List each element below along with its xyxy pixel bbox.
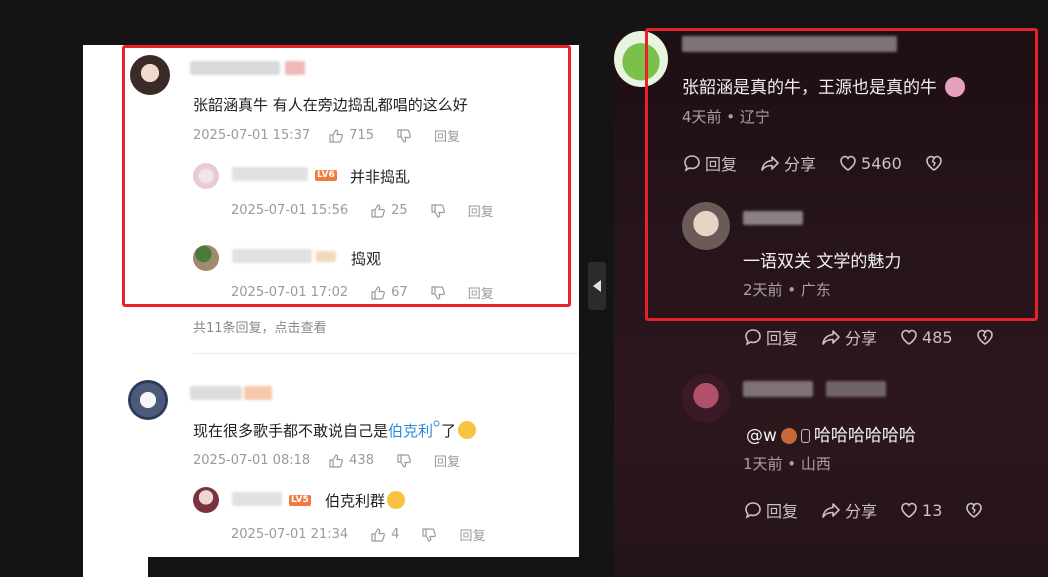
comment-text-part: 了	[441, 422, 457, 440]
username-redacted	[743, 381, 813, 397]
dislike-button[interactable]	[396, 453, 412, 469]
comment-icon	[745, 502, 761, 519]
reply-text-content: 哈哈哈哈哈哈	[813, 426, 916, 446]
reply-text-content: 伯克利群	[325, 492, 386, 510]
more-replies-link[interactable]: 共11条回复，点击查看	[193, 317, 327, 336]
topic-link[interactable]: 伯克利	[388, 422, 433, 440]
share-label: 分享	[845, 502, 878, 521]
comment-date: 2025-07-01 08:18	[193, 453, 311, 468]
left-panel-footer-strip	[83, 556, 148, 577]
share-icon	[822, 503, 840, 518]
share-icon	[822, 330, 840, 345]
dislike-button[interactable]	[975, 327, 998, 347]
heart-icon	[901, 329, 917, 345]
highlight-box	[122, 45, 571, 307]
username-redacted	[244, 386, 272, 400]
reply-meta: 2025-07-01 21:34 4 回复	[231, 525, 485, 544]
dog-emoji-icon	[458, 421, 477, 439]
comment-text: 现在很多歌手都不敢说自己是伯克利了	[193, 420, 477, 441]
like-button[interactable]: 438	[328, 453, 374, 469]
level-badge: LV5	[289, 495, 311, 506]
broken-heart-icon	[976, 329, 993, 345]
bear-emoji-icon	[780, 428, 797, 444]
search-icon	[433, 420, 440, 427]
share-button[interactable]: 分享	[820, 325, 877, 349]
avatar[interactable]	[682, 374, 730, 422]
comment-meta: 2025-07-01 08:18 438 回复	[193, 451, 460, 470]
lock-icon	[800, 429, 810, 443]
reply-label: 回复	[766, 329, 799, 348]
reply-label: 回复	[766, 502, 799, 521]
share-button[interactable]: 分享	[820, 498, 877, 522]
username-redacted	[826, 381, 886, 397]
arrow-left-icon	[593, 280, 601, 292]
username-redacted	[232, 492, 282, 506]
username-redacted	[190, 386, 242, 400]
reply-actions: 回复 分享 485	[743, 325, 1020, 349]
divider	[193, 353, 579, 354]
avatar[interactable]	[193, 487, 219, 513]
like-button[interactable]: 4	[370, 527, 399, 543]
like-count: 4	[391, 527, 400, 542]
reply-actions: 回复 分享 13	[743, 498, 1009, 522]
thumb-down-icon	[422, 527, 437, 542]
dislike-button[interactable]	[421, 527, 437, 543]
thumb-up-icon	[371, 527, 386, 542]
comment-text-part: 现在很多歌手都不敢说自己是	[193, 422, 389, 440]
dislike-button[interactable]	[964, 500, 987, 520]
thumb-down-icon	[397, 453, 411, 468]
highlight-box	[645, 28, 1038, 321]
laughing-emoji-icon	[387, 491, 406, 509]
reply-button[interactable]: 回复	[434, 451, 460, 470]
reply-text: 伯克利群	[325, 490, 406, 511]
like-count: 13	[922, 500, 943, 520]
collapse-handle[interactable]	[588, 262, 606, 310]
heart-icon	[901, 502, 917, 518]
reply-date: 2025-07-01 21:34	[231, 527, 349, 542]
reply-meta: 1天前 • 山西	[743, 455, 831, 473]
like-button[interactable]: 485	[899, 327, 953, 347]
reply-button[interactable]: 回复	[743, 325, 798, 349]
mention[interactable]: @w	[746, 426, 777, 446]
avatar[interactable]	[128, 380, 168, 420]
reply-button[interactable]: 回复	[743, 498, 798, 522]
comment-icon	[745, 329, 761, 346]
thumb-up-icon	[329, 453, 344, 468]
like-count: 485	[922, 327, 953, 347]
reply-button[interactable]: 回复	[459, 525, 485, 544]
broken-heart-icon	[966, 502, 983, 518]
share-label: 分享	[845, 329, 878, 348]
like-button[interactable]: 13	[899, 500, 942, 520]
reply-text: @w 哈哈哈哈哈哈	[746, 421, 916, 446]
like-count: 438	[349, 453, 374, 468]
